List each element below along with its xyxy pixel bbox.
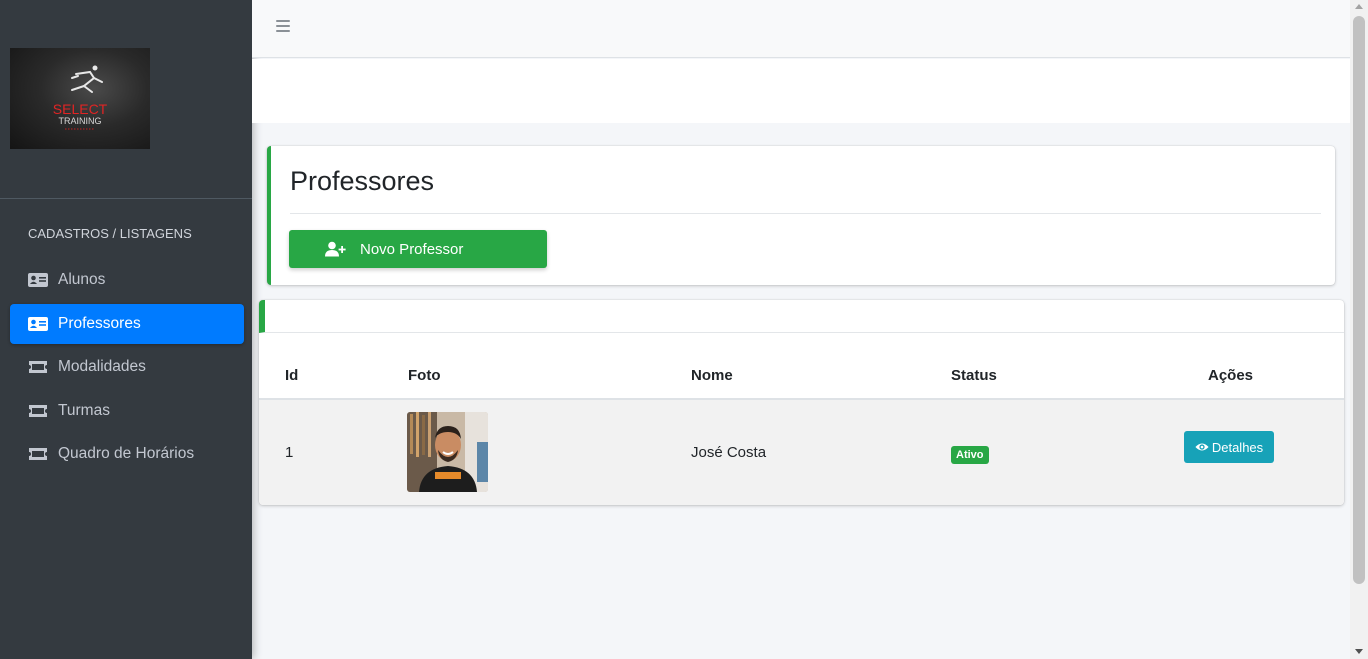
nav-section-header: CADASTROS / LISTAGENS bbox=[28, 226, 192, 241]
cell-nome: José Costa bbox=[691, 444, 767, 461]
sidebar-item-label: Quadro de Horários bbox=[58, 445, 195, 462]
scroll-down-arrow-icon[interactable] bbox=[1355, 649, 1363, 654]
eye-icon bbox=[1195, 443, 1209, 451]
page-header-card: Professores Novo Professor bbox=[267, 146, 1335, 285]
ticket-icon bbox=[28, 360, 48, 374]
id-card-icon bbox=[28, 317, 48, 331]
sidebar-item-label: Turmas bbox=[58, 402, 110, 419]
sidebar-item-label: Modalidades bbox=[58, 358, 146, 375]
professor-photo bbox=[407, 412, 488, 492]
sidebar-item-alunos[interactable]: Alunos bbox=[10, 260, 244, 300]
sidebar: SELECT TRAINING CADASTROS / LISTAGENS Al… bbox=[0, 0, 252, 659]
page-title: Professores bbox=[290, 166, 435, 196]
sidebar-item-quadro-de-horarios[interactable]: Quadro de Horários bbox=[10, 434, 244, 474]
sidebar-item-label: Professores bbox=[58, 315, 141, 332]
column-header-foto: Foto bbox=[408, 367, 441, 384]
cell-id: 1 bbox=[285, 444, 294, 461]
new-professor-button[interactable]: Novo Professor bbox=[289, 230, 547, 268]
sidebar-item-professores[interactable]: Professores bbox=[10, 304, 244, 344]
logo-text-training: TRAINING bbox=[58, 116, 101, 126]
logo-text-select: SELECT bbox=[53, 101, 108, 117]
professors-table-card: Id Foto Nome Status Ações 1 José Costa A… bbox=[259, 300, 1344, 505]
page-scrollbar[interactable] bbox=[1350, 0, 1368, 659]
scrollbar-thumb[interactable] bbox=[1353, 16, 1365, 584]
column-header-acoes: Ações bbox=[1208, 367, 1254, 384]
new-professor-button-label: Novo Professor bbox=[360, 240, 464, 258]
scroll-up-arrow-icon[interactable] bbox=[1355, 4, 1363, 9]
sidebar-item-label: Alunos bbox=[58, 271, 106, 288]
user-plus-icon bbox=[325, 241, 346, 257]
details-button-label: Detalhes bbox=[1211, 439, 1264, 455]
ticket-icon bbox=[28, 404, 48, 418]
sidebar-divider bbox=[0, 198, 252, 199]
sidebar-item-modalidades[interactable]: Modalidades bbox=[10, 347, 244, 387]
table-card-header bbox=[259, 300, 1344, 333]
runner-logo-icon: SELECT TRAINING bbox=[53, 65, 108, 130]
content-header bbox=[252, 59, 1350, 123]
hamburger-icon[interactable] bbox=[276, 20, 290, 34]
ticket-icon bbox=[28, 447, 48, 461]
top-navbar bbox=[252, 0, 1350, 58]
column-header-status: Status bbox=[951, 367, 997, 384]
column-header-id: Id bbox=[285, 367, 299, 384]
status-badge: Ativo bbox=[951, 446, 989, 464]
details-button[interactable]: Detalhes bbox=[1184, 431, 1274, 463]
id-card-icon bbox=[28, 273, 48, 287]
sidebar-item-turmas[interactable]: Turmas bbox=[10, 391, 244, 431]
divider bbox=[290, 213, 1321, 214]
brand-logo[interactable]: SELECT TRAINING bbox=[10, 48, 150, 149]
table-row: 1 José Costa Ativo Detalhes bbox=[259, 400, 1344, 505]
column-header-nome: Nome bbox=[691, 367, 733, 384]
